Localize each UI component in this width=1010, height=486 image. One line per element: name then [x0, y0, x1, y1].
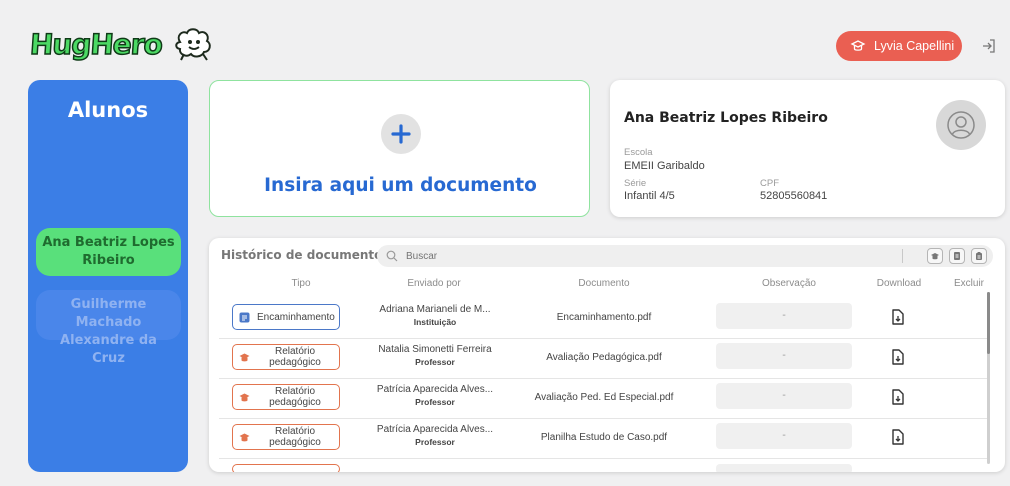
document-history-panel: Histórico de documentos Buscar Tipo Envi… [209, 238, 1005, 472]
logo-text: HugHero [28, 27, 164, 62]
observation-cell: - [716, 383, 852, 409]
grade-value: Infantil 4/5 [624, 190, 675, 202]
logo[interactable]: HugHero [28, 26, 216, 62]
graduation-icon [239, 353, 250, 361]
logout-icon [983, 39, 995, 53]
download-icon[interactable] [889, 428, 907, 446]
observation-cell: - [716, 343, 852, 369]
plus-icon [381, 114, 421, 154]
cpf-label: CPF [760, 178, 779, 189]
observation-cell: - [716, 423, 852, 449]
graduation-icon [931, 253, 939, 260]
type-badge: Encaminhamento [232, 304, 340, 330]
search-icon [386, 250, 398, 262]
students-sidebar: Alunos Ana Beatriz Lopes Ribeiro Guilher… [28, 80, 188, 472]
download-icon[interactable] [889, 388, 907, 406]
column-header-download: Download [876, 278, 922, 289]
search-input[interactable] [404, 249, 708, 263]
sender-cell: Adriana Marianeli de M... Instituição [379, 304, 491, 327]
user-name: Lyvia Capellini [874, 39, 955, 53]
cpf-value: 52805560841 [760, 190, 828, 202]
search-bar[interactable] [377, 245, 993, 267]
document-icon [239, 312, 250, 322]
type-badge: Relatório pedagógico [232, 424, 340, 450]
table-row[interactable]: Encaminhamento Adriana Marianeli de M...… [219, 298, 989, 339]
school-value: EMEII Garibaldo [624, 160, 705, 172]
filter-document-button[interactable] [949, 248, 965, 264]
column-header-tipo: Tipo [291, 278, 311, 289]
history-title: Histórico de documentos [221, 248, 390, 262]
student-item-ana-beatriz[interactable]: Ana Beatriz Lopes Ribeiro [36, 228, 181, 276]
sheep-icon [175, 28, 211, 61]
observation-cell: - [716, 303, 852, 329]
user-icon [936, 100, 986, 150]
document-name[interactable]: Avaliação Ped. Ed Especial.pdf [519, 392, 689, 403]
type-badge-partial [232, 464, 340, 472]
scrollbar-thumb[interactable] [987, 292, 990, 354]
sender-cell: Patrícia Aparecida Alves... Professor [376, 424, 494, 447]
student-item-guilherme[interactable]: Guilherme Machado Alexandre da Cruz [36, 290, 181, 366]
profile-name: Ana Beatriz Lopes Ribeiro [624, 110, 828, 126]
table-row[interactable]: Relatório pedagógico Patrícia Aparecida … [219, 418, 989, 459]
column-header-documento: Documento [578, 278, 630, 289]
filter-graduation-button[interactable] [927, 248, 943, 264]
graduation-icon [239, 433, 250, 441]
observation-cell-partial [716, 464, 852, 472]
document-name[interactable]: Avaliação Pedagógica.pdf [519, 352, 689, 363]
download-icon[interactable] [889, 348, 907, 366]
sender-cell: Patrícia Aparecida Alves... Professor [376, 384, 494, 407]
top-bar: HugHero Lyvia Capellini [0, 0, 1010, 74]
student-profile-card: Ana Beatriz Lopes Ribeiro Escola EMEII G… [610, 80, 1005, 217]
clipboard-icon [976, 252, 982, 260]
school-label: Escola [624, 147, 653, 158]
table-row[interactable]: Relatório pedagógico Natalia Simonetti F… [219, 338, 989, 379]
download-icon[interactable] [889, 308, 907, 326]
column-header-excluir: Excluir [953, 278, 984, 289]
app-window: HugHero Lyvia Capellini Alunos Ana Beatr… [0, 0, 1010, 486]
user-profile-button[interactable]: Lyvia Capellini [836, 31, 962, 61]
filter-clipboard-button[interactable] [971, 248, 987, 264]
graduation-icon [239, 393, 250, 401]
column-header-observacao: Observação [762, 278, 816, 289]
document-name[interactable]: Encaminhamento.pdf [519, 312, 689, 323]
type-badge: Relatório pedagógico [232, 344, 340, 370]
column-header-enviado-por: Enviado por [407, 278, 461, 289]
upload-label: Insira aqui um documento [264, 175, 537, 196]
user-cap-icon [850, 40, 866, 51]
type-badge: Relatório pedagógico [232, 384, 340, 410]
logout-button[interactable] [976, 33, 1002, 59]
document-name[interactable]: Planilha Estudo de Caso.pdf [519, 432, 689, 443]
table-row[interactable]: Relatório pedagógico Patrícia Aparecida … [219, 378, 989, 419]
document-icon [954, 252, 960, 260]
search-divider [902, 249, 903, 263]
grade-label: Série [624, 178, 647, 189]
sidebar-title: Alunos [67, 98, 149, 122]
upload-document-card[interactable]: Insira aqui um documento [209, 80, 590, 217]
sender-cell: Natalia Simonetti Ferreira Professor [378, 344, 492, 367]
